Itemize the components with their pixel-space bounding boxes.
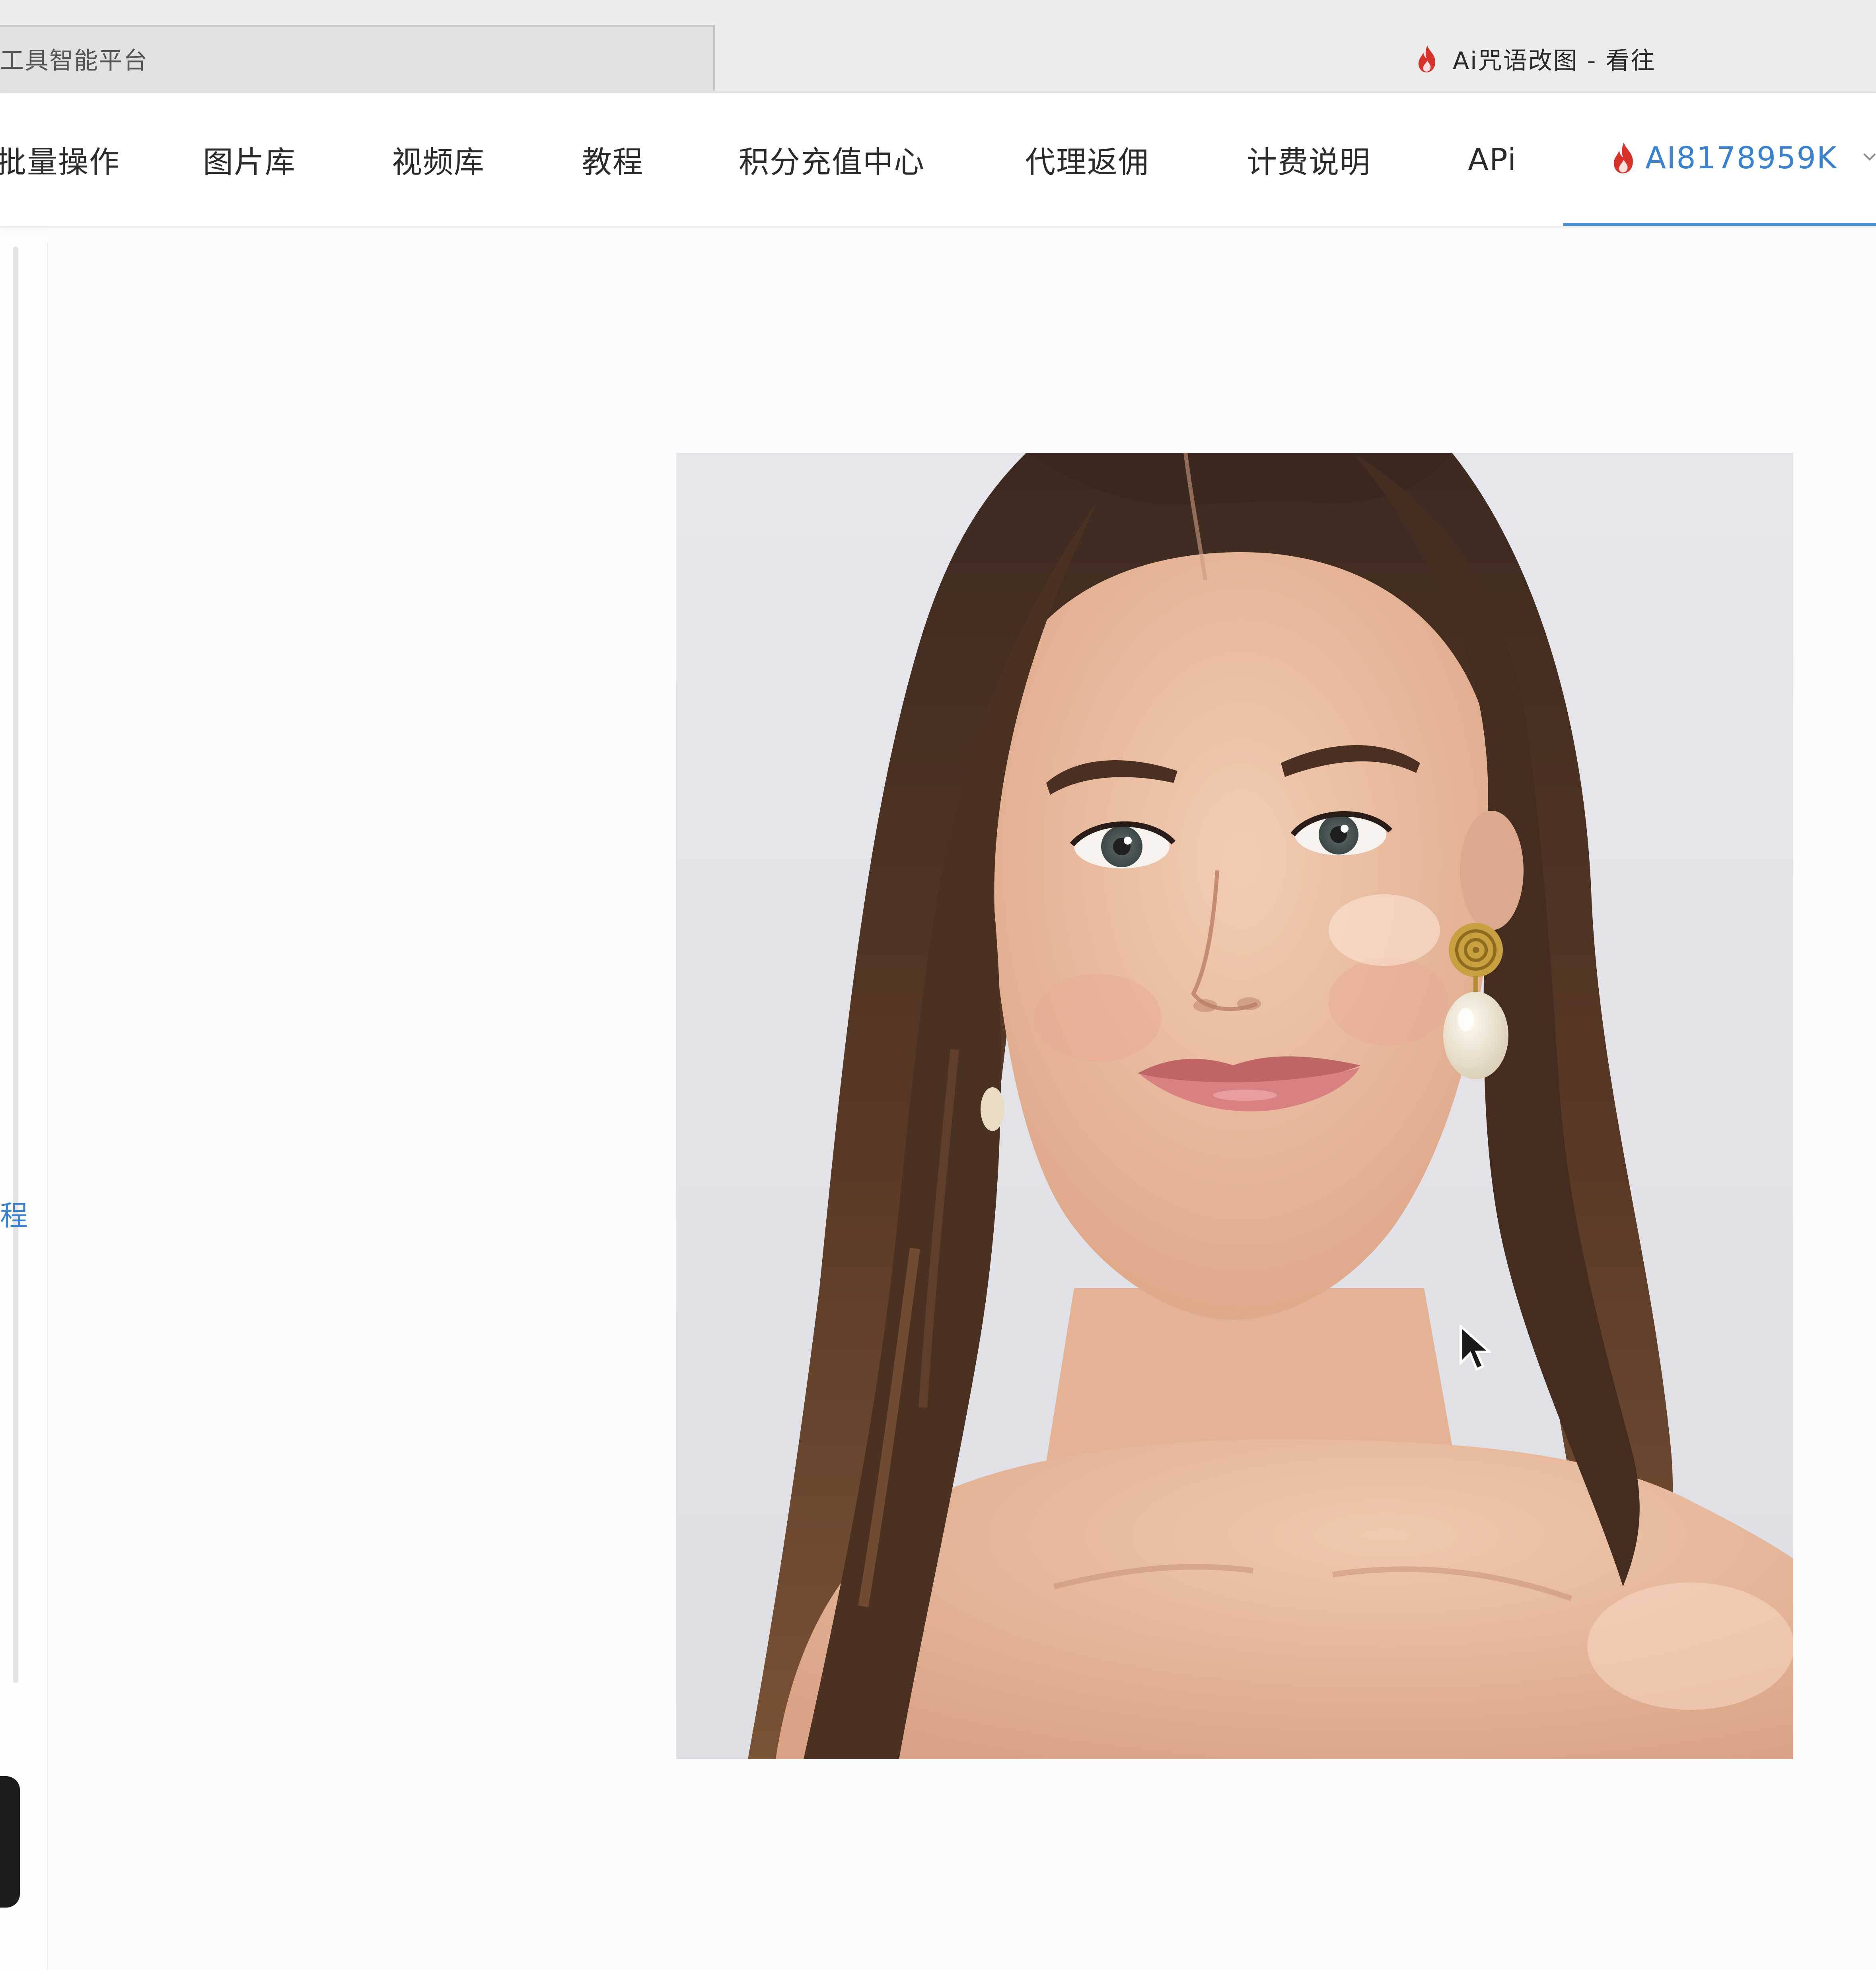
nav-item-image-library[interactable]: 图片库 bbox=[203, 93, 296, 226]
portrait-photo bbox=[676, 453, 1793, 1759]
flame-icon bbox=[1613, 142, 1633, 173]
nav-item-api[interactable]: APi bbox=[1468, 93, 1517, 226]
floating-side-tab[interactable] bbox=[0, 1776, 20, 1908]
nav-item-label: 视频库 bbox=[392, 144, 485, 180]
panel-divider bbox=[47, 243, 48, 1970]
nav-item-label: APi bbox=[1468, 142, 1517, 177]
nav-item-pricing[interactable]: 计费说明 bbox=[1247, 93, 1371, 226]
user-account-menu[interactable]: AI8178959K bbox=[1563, 93, 1876, 226]
nav-item-tutorials[interactable]: 教程 bbox=[582, 93, 644, 226]
nav-item-agent-commission[interactable]: 代理返佣 bbox=[1025, 93, 1149, 226]
nav-item-label: 图片库 bbox=[203, 144, 296, 180]
browser-tab-active[interactable]: Ai咒语改图 - 看往 bbox=[1416, 34, 1656, 84]
nav-item-label: 计费说明 bbox=[1247, 144, 1371, 180]
browser-tab-title: 工具智能平台 bbox=[0, 47, 148, 75]
browser-tab-title: Ai咒语改图 - 看往 bbox=[1453, 47, 1656, 75]
nav-item-label: 积分充值中心 bbox=[739, 144, 925, 180]
flame-icon bbox=[1419, 45, 1435, 72]
nav-item-label: 教程 bbox=[582, 144, 644, 180]
browser-tab-strip: 工具智能平台 Ai咒语改图 - 看往 bbox=[0, 0, 1876, 93]
user-name: AI8178959K bbox=[1645, 140, 1837, 175]
result-image[interactable] bbox=[676, 453, 1793, 1759]
main-navigation: 批量操作 图片库 视频库 教程 积分充值中心 代理返佣 计费说明 APi AI8… bbox=[0, 93, 1876, 228]
left-panel-link-fragment[interactable]: 程 bbox=[0, 1193, 28, 1234]
nav-item-batch[interactable]: 批量操作 bbox=[0, 93, 120, 226]
browser-tab-inactive[interactable]: 工具智能平台 bbox=[0, 25, 715, 91]
mouse-cursor-icon bbox=[1460, 1325, 1491, 1371]
chevron-down-icon[interactable] bbox=[1862, 148, 1876, 164]
left-panel-scrollbar[interactable] bbox=[13, 247, 18, 1683]
nav-item-video-library[interactable]: 视频库 bbox=[392, 93, 485, 226]
nav-item-label: 代理返佣 bbox=[1025, 144, 1149, 180]
nav-item-label: 批量操作 bbox=[0, 144, 120, 180]
nav-item-recharge[interactable]: 积分充值中心 bbox=[739, 93, 925, 226]
